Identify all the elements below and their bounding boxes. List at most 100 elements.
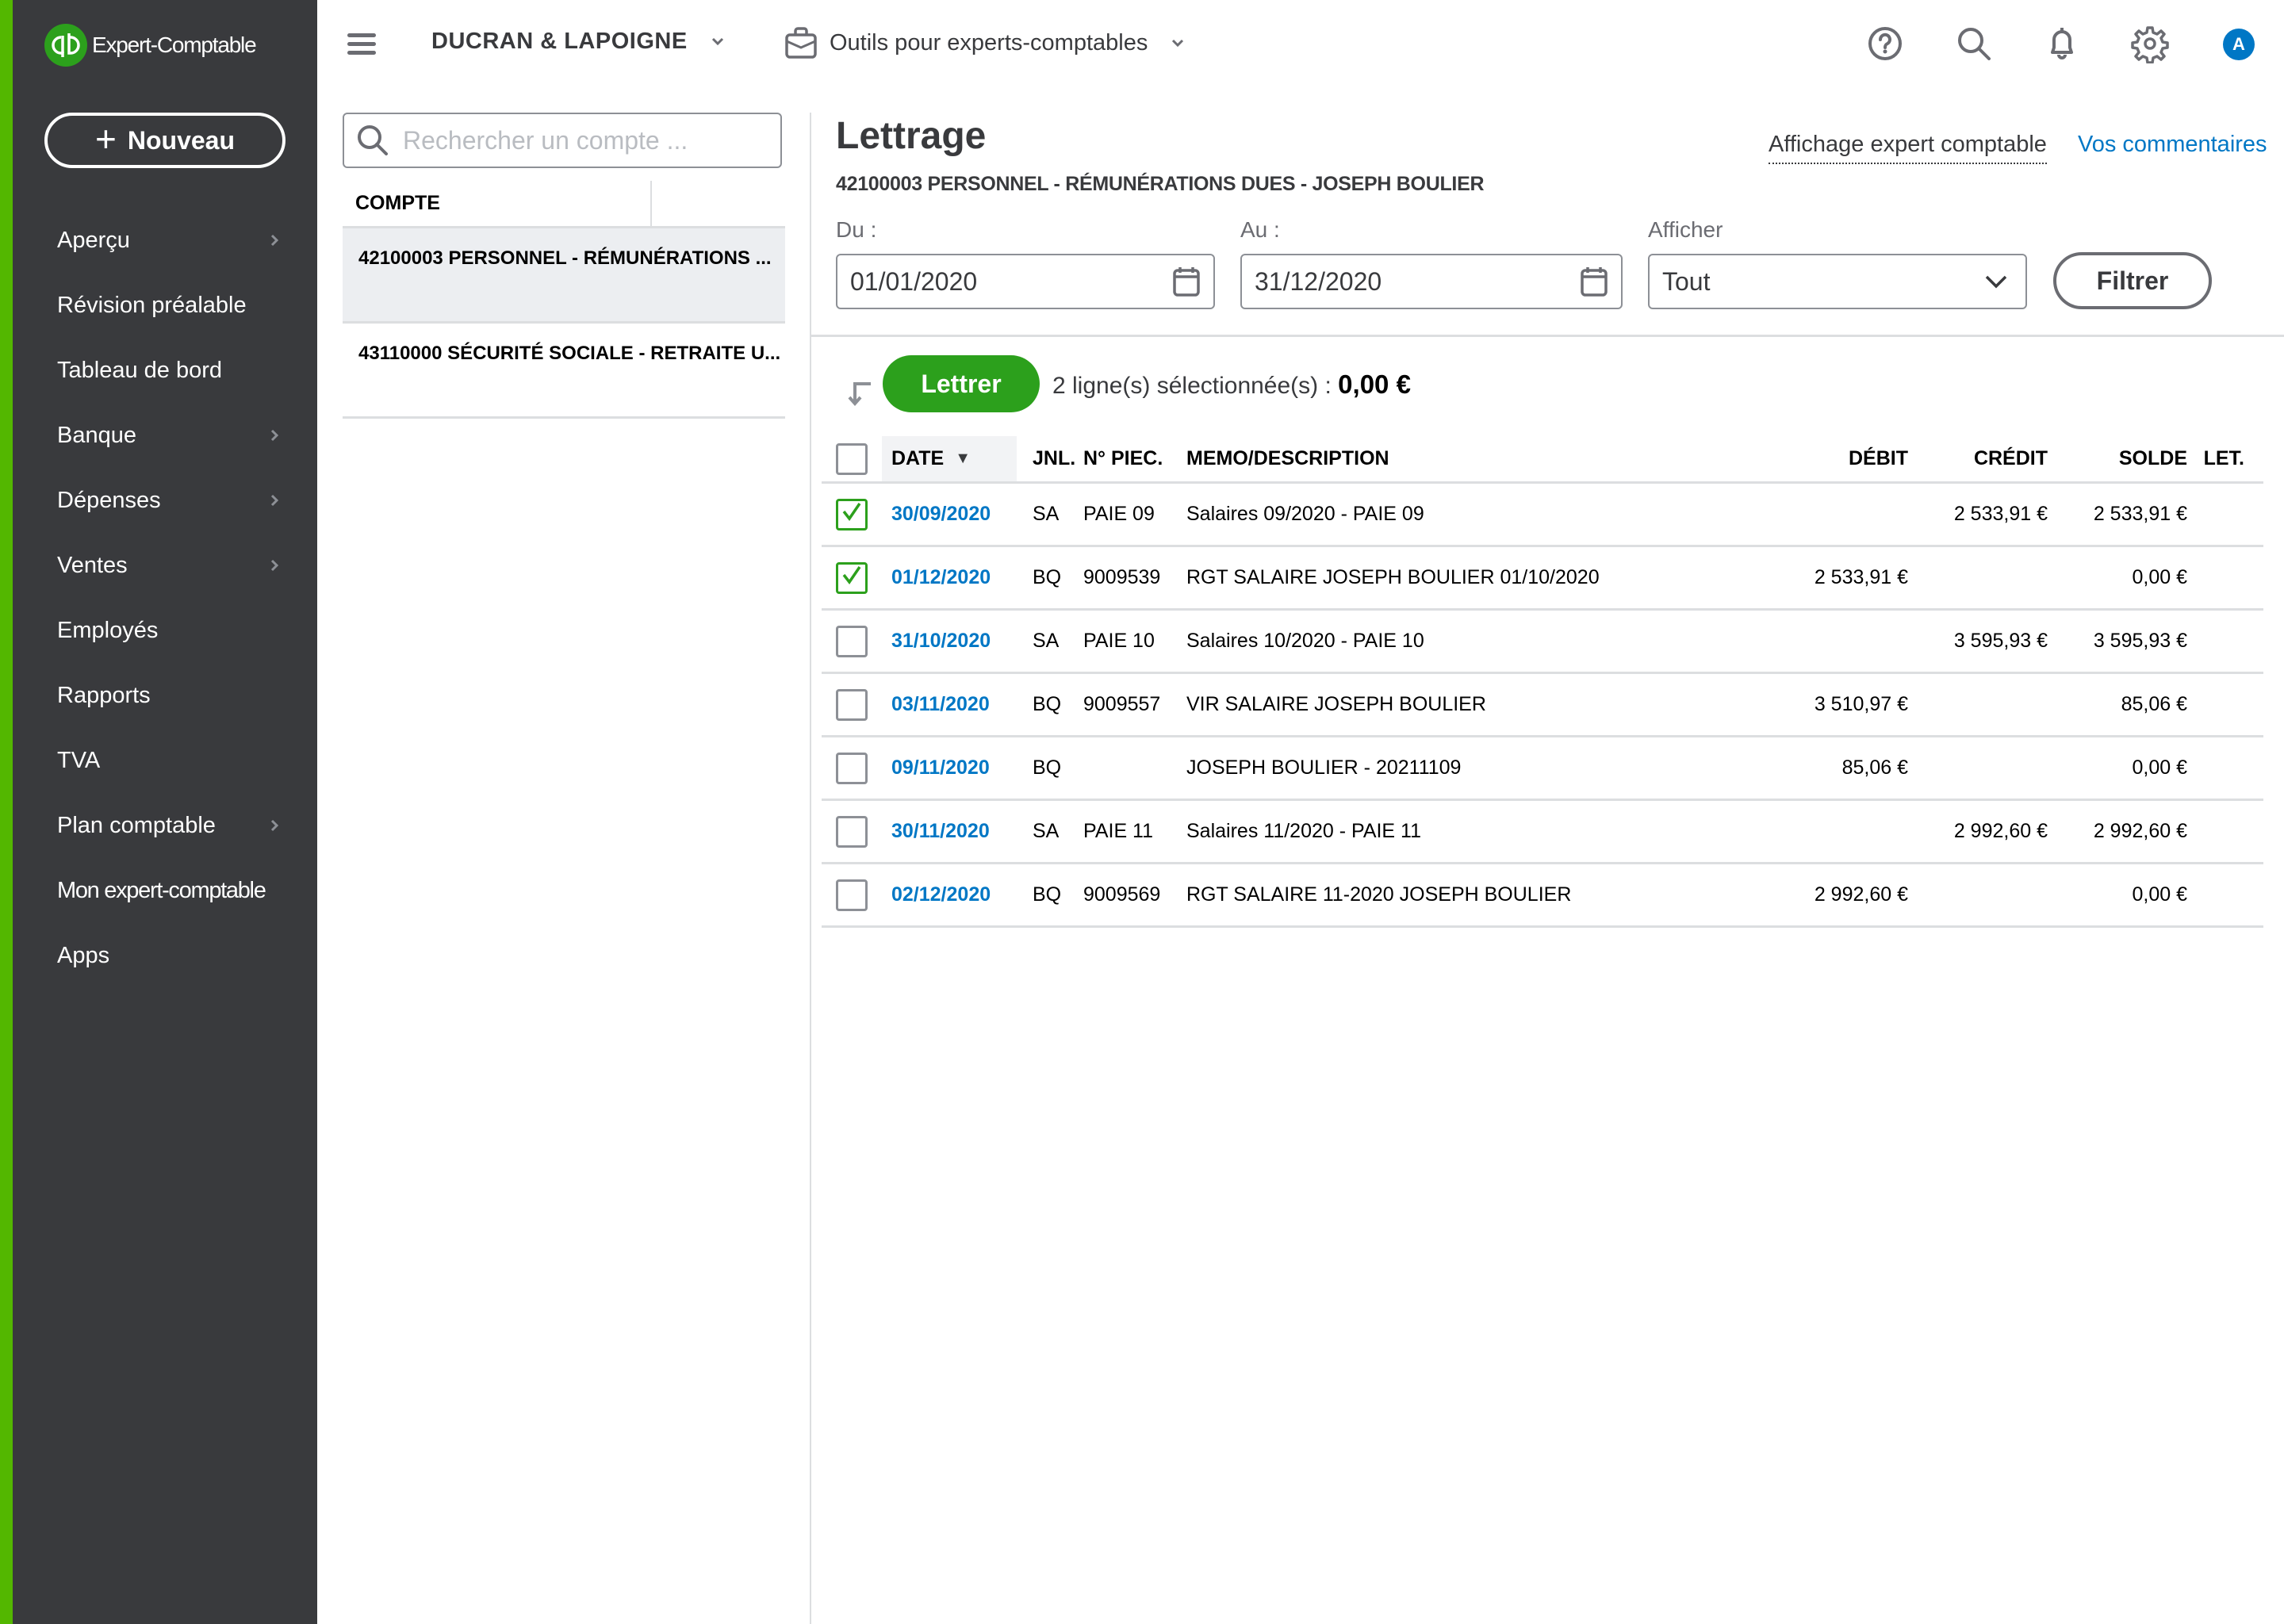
to-date-field[interactable]: 31/12/2020 bbox=[1240, 254, 1623, 309]
table-row[interactable]: 01/12/2020 BQ 9009539 RGT SALAIRE JOSEPH BO… bbox=[822, 547, 2263, 611]
logo[interactable]: Expert-Comptable bbox=[44, 24, 257, 67]
journal-cell: BQ bbox=[1033, 566, 1062, 588]
date-header-label: DATE bbox=[891, 447, 945, 469]
row-checkbox[interactable] bbox=[836, 498, 868, 530]
account-list-item[interactable]: 43110000 SÉCURITÉ SOCIALE - RETRAITE U..… bbox=[343, 324, 785, 419]
table-row[interactable]: 03/11/2020 BQ 9009557 VIR SALAIRE JOSEPH BO… bbox=[822, 674, 2263, 737]
select-all-checkbox[interactable] bbox=[836, 442, 868, 475]
sidebar-item-rapports[interactable]: Rapports bbox=[13, 663, 317, 728]
sidebar-item-employes[interactable]: Employés bbox=[13, 598, 317, 663]
feedback-link[interactable]: Vos commentaires bbox=[2078, 132, 2267, 158]
date-link[interactable]: 30/09/2020 bbox=[882, 503, 1017, 526]
entries-table: DATE ▼ JNL. N° PIEC. MEMO/DESCRIPTION DÉ… bbox=[822, 436, 2263, 928]
calendar-icon[interactable] bbox=[1172, 266, 1201, 297]
expert-view-link[interactable]: Affichage expert comptable bbox=[1769, 132, 2047, 164]
sidebar: Expert-Comptable + Nouveau Aperçu Révisio… bbox=[0, 0, 317, 1624]
sidebar-item-apercu[interactable]: Aperçu bbox=[13, 208, 317, 273]
menu-icon[interactable] bbox=[347, 33, 376, 56]
show-select[interactable]: Tout bbox=[1648, 254, 2027, 309]
bell-icon[interactable] bbox=[2042, 24, 2082, 63]
solde-cell: 85,06 € bbox=[2121, 693, 2187, 715]
sidebar-item-label: Mon expert-comptable bbox=[57, 877, 266, 903]
table-row[interactable]: 30/09/2020 SA PAIE 09 Salaires 09/2020 - PA… bbox=[822, 484, 2263, 547]
account-column-header[interactable]: COMPTE bbox=[343, 181, 785, 228]
from-date-field[interactable]: 01/01/2020 bbox=[836, 254, 1215, 309]
sidebar-item-label: Dépenses bbox=[57, 487, 161, 513]
debit-cell: 2 533,91 € bbox=[1814, 566, 1908, 588]
piece-column-header[interactable]: N° PIEC. bbox=[1083, 447, 1186, 470]
accountant-tools-menu[interactable]: Outils pour experts-comptables bbox=[785, 27, 1184, 59]
date-link[interactable]: 30/11/2020 bbox=[882, 820, 1017, 843]
piece-cell: 9009539 bbox=[1083, 566, 1161, 588]
row-checkbox[interactable] bbox=[836, 879, 868, 911]
solde-column-header[interactable]: SOLDE bbox=[2048, 447, 2187, 470]
date-link[interactable]: 31/10/2020 bbox=[882, 630, 1017, 653]
credit-column-header[interactable]: CRÉDIT bbox=[1908, 447, 2048, 470]
tools-label: Outils pour experts-comptables bbox=[830, 29, 1148, 56]
row-checkbox[interactable] bbox=[836, 752, 868, 784]
journal-cell: BQ bbox=[1033, 756, 1062, 779]
jnl-column-header[interactable]: JNL. bbox=[1017, 447, 1083, 470]
solde-cell: 2 533,91 € bbox=[2093, 503, 2187, 525]
date-link[interactable]: 09/11/2020 bbox=[882, 756, 1017, 779]
account-search-input[interactable] bbox=[403, 125, 752, 155]
filter-button[interactable]: Filtrer bbox=[2053, 252, 2212, 309]
turn-down-arrow-icon bbox=[845, 379, 874, 408]
user-avatar[interactable]: A bbox=[2223, 29, 2255, 60]
sidebar-item-mon-expert-comptable[interactable]: Mon expert-comptable bbox=[13, 858, 317, 923]
checkmark-icon bbox=[840, 500, 864, 529]
memo-cell: JOSEPH BOULIER - 20211109 bbox=[1186, 756, 1462, 779]
sidebar-item-tableau-de-bord[interactable]: Tableau de bord bbox=[13, 338, 317, 403]
sidebar-item-apps[interactable]: Apps bbox=[13, 923, 317, 988]
date-link[interactable]: 02/12/2020 bbox=[882, 883, 1017, 906]
sidebar-item-banque[interactable]: Banque bbox=[13, 403, 317, 468]
date-column-header[interactable]: DATE ▼ bbox=[882, 436, 1017, 481]
memo-cell: RGT SALAIRE JOSEPH BOULIER 01/10/2020 bbox=[1186, 566, 1600, 588]
table-row[interactable]: 30/11/2020 SA PAIE 11 Salaires 11/2020 - PA… bbox=[822, 801, 2263, 864]
search-icon[interactable] bbox=[1954, 24, 1994, 63]
search-icon bbox=[355, 123, 390, 158]
table-row[interactable]: 09/11/2020 BQ JOSEPH BOULIER - 20211109 85,… bbox=[822, 737, 2263, 801]
row-checkbox[interactable] bbox=[836, 625, 868, 657]
top-bar: DUCRAN & LAPOIGNE Outils pour experts-co… bbox=[317, 0, 2284, 89]
account-column-label: COMPTE bbox=[355, 192, 440, 214]
sidebar-item-depenses[interactable]: Dépenses bbox=[13, 468, 317, 533]
chevron-down-icon bbox=[1984, 274, 2008, 289]
company-switcher[interactable]: DUCRAN & LAPOIGNE bbox=[431, 29, 724, 55]
table-row[interactable]: 31/10/2020 SA PAIE 10 Salaires 10/2020 - PA… bbox=[822, 611, 2263, 674]
new-button[interactable]: + Nouveau bbox=[44, 113, 286, 168]
to-date-label: Au : bbox=[1240, 217, 1280, 242]
piece-cell: PAIE 10 bbox=[1083, 630, 1155, 652]
row-checkbox[interactable] bbox=[836, 815, 868, 848]
sidebar-item-tva[interactable]: TVA bbox=[13, 728, 317, 793]
column-resize-handle[interactable] bbox=[650, 181, 652, 227]
piece-cell: PAIE 11 bbox=[1083, 820, 1154, 842]
piece-cell: PAIE 09 bbox=[1083, 503, 1155, 525]
date-link[interactable]: 01/12/2020 bbox=[882, 566, 1017, 589]
sidebar-nav: Aperçu Révision préalable Tableau de bord B… bbox=[13, 208, 317, 988]
panel-divider[interactable] bbox=[810, 113, 811, 1624]
row-checkbox[interactable] bbox=[836, 561, 868, 594]
let-column-header[interactable]: LET. bbox=[2187, 447, 2263, 470]
lettrer-button[interactable]: Lettrer bbox=[883, 355, 1040, 412]
sidebar-item-ventes[interactable]: Ventes bbox=[13, 533, 317, 598]
table-row[interactable]: 02/12/2020 BQ 9009569 RGT SALAIRE 11-2020 J… bbox=[822, 864, 2263, 928]
account-subtitle: 42100003 PERSONNEL - RÉMUNÉRATIONS DUES … bbox=[836, 173, 1485, 195]
sidebar-item-plan-comptable[interactable]: Plan comptable bbox=[13, 793, 317, 858]
account-list-item[interactable]: 42100003 PERSONNEL - RÉMUNÉRATIONS ... bbox=[343, 228, 785, 324]
date-link[interactable]: 03/11/2020 bbox=[882, 693, 1017, 716]
show-label: Afficher bbox=[1648, 217, 1723, 242]
debit-cell: 3 510,97 € bbox=[1814, 693, 1908, 715]
help-icon[interactable] bbox=[1865, 24, 1905, 63]
row-checkbox[interactable] bbox=[836, 688, 868, 721]
memo-cell: Salaires 10/2020 - PAIE 10 bbox=[1186, 630, 1424, 652]
calendar-icon[interactable] bbox=[1580, 266, 1608, 297]
solde-cell: 2 992,60 € bbox=[2093, 820, 2187, 842]
memo-cell: Salaires 11/2020 - PAIE 11 bbox=[1186, 820, 1422, 842]
account-search-field[interactable] bbox=[343, 113, 782, 168]
memo-column-header[interactable]: MEMO/DESCRIPTION bbox=[1186, 447, 1757, 470]
memo-cell: VIR SALAIRE JOSEPH BOULIER bbox=[1186, 693, 1486, 715]
gear-icon[interactable] bbox=[2130, 24, 2170, 64]
sidebar-item-revision-prealable[interactable]: Révision préalable bbox=[13, 273, 317, 338]
debit-column-header[interactable]: DÉBIT bbox=[1757, 447, 1908, 470]
